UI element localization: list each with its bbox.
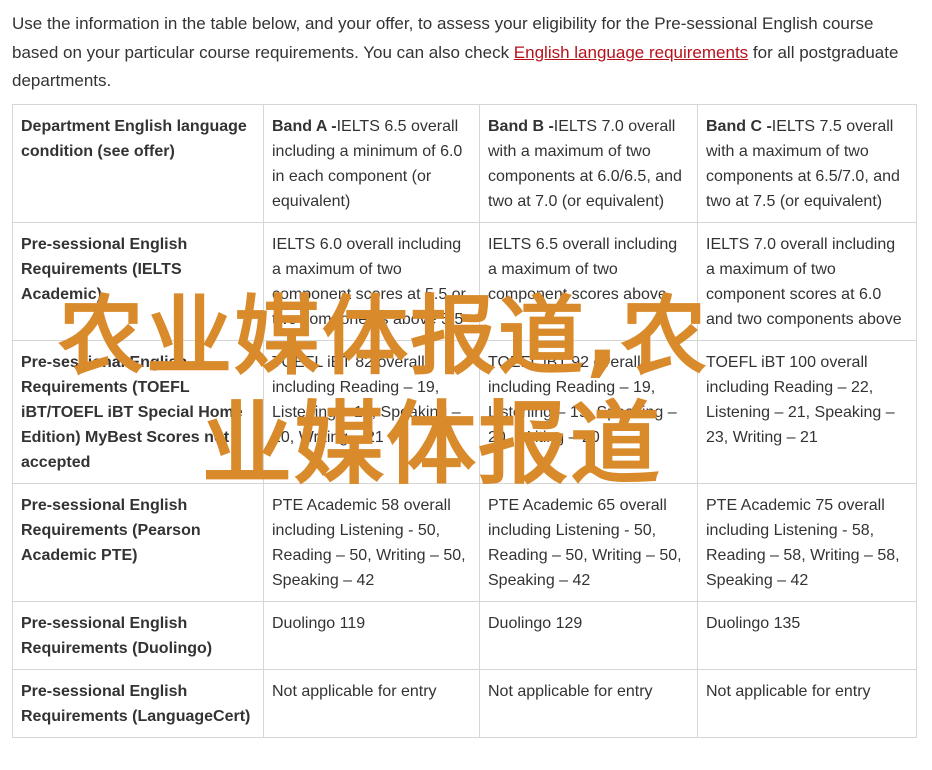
row-label: Pre-sessional English Requirements (TOEF…	[12, 340, 264, 484]
row-label: Pre-sessional English Requirements (Duol…	[12, 601, 264, 670]
band-a-name: Band A -	[272, 118, 337, 135]
requirements-table: Department English language condition (s…	[12, 104, 917, 738]
band-b-name: Band B -	[488, 118, 554, 135]
band-c-name: Band C -	[706, 118, 772, 135]
band-a-cell: Band A -IELTS 6.5 overall including a mi…	[263, 104, 480, 223]
band-b-cell: Band B -IELTS 7.0 overall with a maximum…	[479, 104, 698, 223]
table-cell: Not applicable for entry	[479, 669, 698, 738]
table-cell: TOEFL iBT 82 overall including Reading –…	[263, 340, 480, 484]
table-header-cell: Department English language condition (s…	[12, 104, 264, 223]
table-row: Pre-sessional English Requirements (Pear…	[12, 483, 917, 602]
english-language-requirements-link[interactable]: English language requirements	[514, 43, 748, 62]
band-c-cell: Band C -IELTS 7.5 overall with a maximum…	[697, 104, 917, 223]
table-cell: Duolingo 129	[479, 601, 698, 670]
table-cell: Duolingo 119	[263, 601, 480, 670]
table-header-row: Department English language condition (s…	[12, 104, 917, 223]
table-cell: IELTS 6.0 overall including a maximum of…	[263, 222, 480, 341]
row-label: Pre-sessional English Requirements (Pear…	[12, 483, 264, 602]
table-cell: PTE Academic 75 overall including Listen…	[697, 483, 917, 602]
table-row: Pre-sessional English Requirements (TOEF…	[12, 340, 917, 484]
table-row: Pre-sessional English Requirements (Duol…	[12, 601, 917, 670]
table-cell: PTE Academic 58 overall including Listen…	[263, 483, 480, 602]
table-cell: PTE Academic 65 overall including Listen…	[479, 483, 698, 602]
table-cell: TOEFL iBT 92 overall including Reading –…	[479, 340, 698, 484]
table-cell: IELTS 6.5 overall including a maximum of…	[479, 222, 698, 341]
table-cell: Duolingo 135	[697, 601, 917, 670]
table-cell: TOEFL iBT 100 overall including Reading …	[697, 340, 917, 484]
intro-paragraph: Use the information in the table below, …	[12, 10, 917, 96]
table-row: Pre-sessional English Requirements (IELT…	[12, 222, 917, 341]
table-row: Pre-sessional English Requirements (Lang…	[12, 669, 917, 738]
table-cell: Not applicable for entry	[697, 669, 917, 738]
table-cell: Not applicable for entry	[263, 669, 480, 738]
table-cell: IELTS 7.0 overall including a maximum of…	[697, 222, 917, 341]
row-label: Pre-sessional English Requirements (IELT…	[12, 222, 264, 341]
row-label: Pre-sessional English Requirements (Lang…	[12, 669, 264, 738]
